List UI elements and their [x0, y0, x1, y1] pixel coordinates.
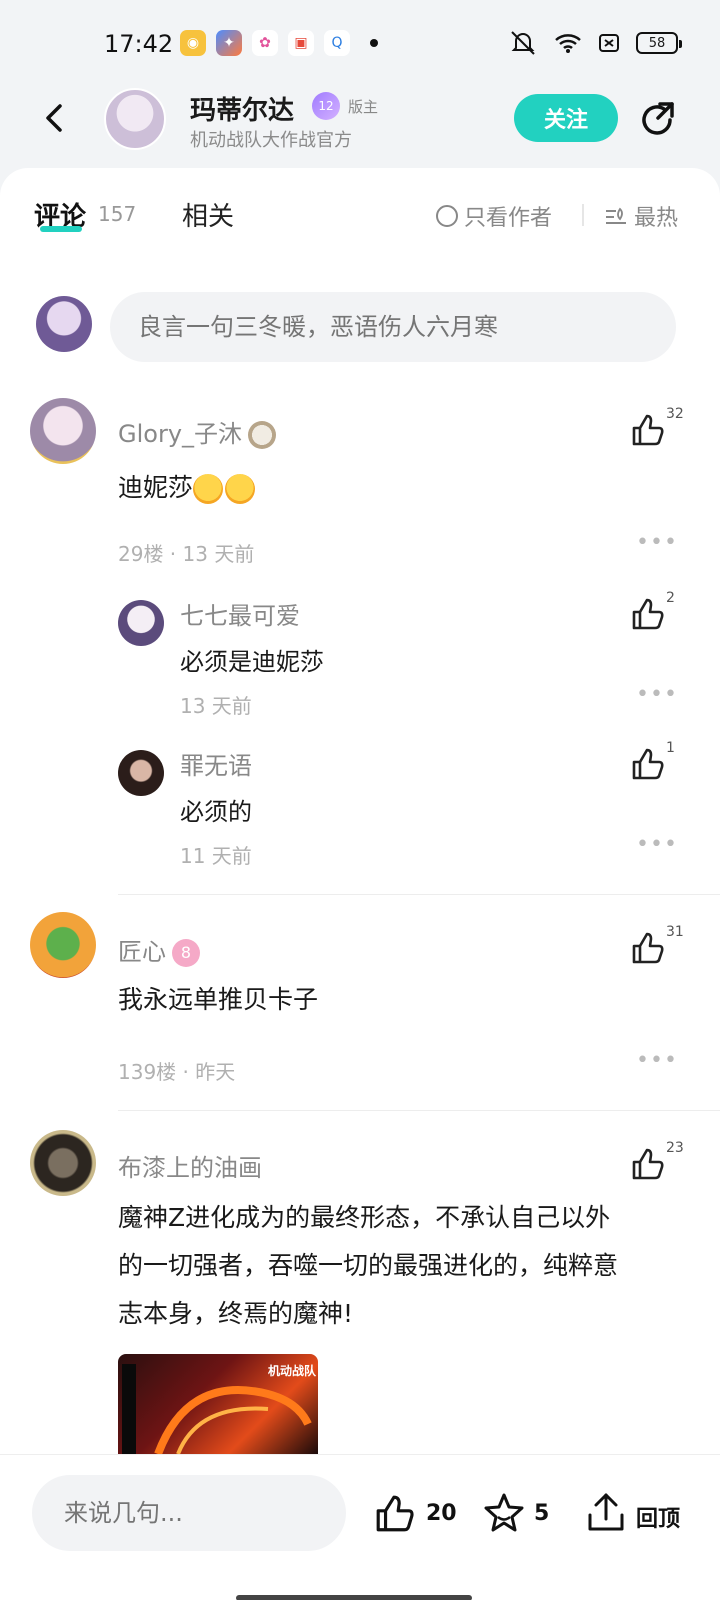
author-only-toggle[interactable]: 只看作者	[436, 200, 552, 232]
more-options-icon[interactable]: •••	[636, 1048, 678, 1073]
no-sim-icon	[599, 34, 619, 52]
commenter-avatar[interactable]	[30, 912, 96, 978]
author-subtitle: 机动战队大作战官方	[190, 130, 352, 151]
commenter-avatar[interactable]	[30, 398, 96, 464]
status-bar: 17:42 ◉ ✦ ✿ ▣ Q 58	[0, 0, 720, 90]
weibo-icon: ◉	[180, 30, 206, 56]
commenter-avatar[interactable]	[30, 1130, 96, 1196]
battery-icon: 58	[636, 32, 682, 54]
comment-meta: 29楼 · 13 天前	[118, 542, 255, 566]
author-avatar[interactable]	[104, 88, 166, 150]
radio-circle-icon	[436, 205, 458, 227]
commenter-name[interactable]: 布漆上的油画	[118, 1148, 262, 1183]
comment-line: 志本身，终焉的魔神!	[118, 1299, 354, 1328]
home-indicator[interactable]	[236, 1595, 472, 1600]
level-8-badge-icon: 8	[172, 939, 200, 967]
back-icon[interactable]	[36, 98, 76, 138]
comment-composer	[0, 288, 720, 368]
user-avatar	[36, 296, 92, 352]
sort-icon	[606, 207, 626, 224]
back-to-top-label[interactable]: 回顶	[636, 1501, 680, 1533]
sort-hot-button[interactable]: 最热	[604, 200, 678, 232]
reply-time: 13 天前	[180, 694, 252, 718]
follow-button[interactable]: 关注	[514, 94, 618, 142]
like-icon[interactable]	[628, 744, 668, 784]
reply-name[interactable]: 七七最可爱	[180, 596, 300, 631]
level-badge-icon: 12	[312, 92, 340, 120]
author-only-label: 只看作者	[464, 206, 553, 231]
sort-label: 最热	[634, 206, 679, 231]
reply-time: 11 天前	[180, 844, 252, 868]
author-name[interactable]: 玛蒂尔达	[190, 90, 294, 127]
app-icon: ✦	[216, 30, 242, 56]
like-icon[interactable]	[628, 594, 668, 634]
reply-avatar[interactable]	[118, 600, 164, 646]
like-icon[interactable]	[374, 1493, 416, 1535]
bottom-action-bar: 20 5 回顶	[0, 1454, 720, 1600]
comment-text: 魔神Z进化成为的最终形态，不承认自己以外 的一切强者，吞噬一切的最强进化的，纯粹…	[118, 1194, 678, 1338]
commenter-name-text: Glory_子沐	[118, 420, 243, 448]
like-icon[interactable]	[628, 928, 668, 968]
game-icon: ▣	[288, 30, 314, 56]
like-count: 32	[666, 406, 684, 422]
mute-icon	[511, 31, 535, 55]
comment-text: 迪妮莎	[118, 464, 678, 512]
star-icon[interactable]	[482, 1491, 526, 1535]
favorite-count: 5	[534, 1501, 550, 1526]
like-count: 1	[666, 740, 675, 756]
reply-avatar[interactable]	[118, 750, 164, 796]
search-app-icon: Q	[324, 30, 350, 56]
more-options-icon[interactable]: •••	[636, 832, 678, 857]
post-like-count: 20	[426, 1501, 457, 1526]
comment-text: 我永远单推贝卡子	[118, 985, 319, 1014]
divider	[118, 1110, 720, 1111]
comments-panel: 评论 157 相关 只看作者 最热 Glory_子沐 32 迪妮莎 29楼 · …	[0, 168, 720, 1600]
like-count: 23	[666, 1140, 684, 1156]
reply-name[interactable]: 罪无语	[180, 746, 252, 781]
comments-count: 157	[98, 202, 137, 226]
like-icon[interactable]	[628, 410, 668, 450]
quick-comment-input[interactable]	[32, 1475, 346, 1551]
heart-eyes-emoji-icon	[225, 474, 256, 504]
app-icon: ✿	[252, 30, 278, 56]
heart-eyes-emoji-icon	[193, 474, 224, 504]
reply-text: 必须是迪妮莎	[180, 648, 324, 676]
divider	[118, 894, 720, 895]
like-icon[interactable]	[628, 1144, 668, 1184]
active-tab-indicator	[40, 226, 82, 232]
comment-text-content: 迪妮莎	[118, 473, 194, 502]
notification-icons: ◉ ✦ ✿ ▣ Q	[180, 30, 378, 56]
commenter-name-text: 匠心	[118, 938, 166, 966]
tab-bar: 评论 157 相关 只看作者 最热	[0, 168, 720, 268]
comment-line: 的一切强者，吞噬一切的最强进化的，纯粹意	[118, 1251, 619, 1280]
wifi-icon	[555, 34, 581, 53]
like-count: 2	[666, 590, 675, 606]
share-icon[interactable]	[636, 98, 680, 142]
more-notifications-icon	[370, 39, 378, 47]
back-to-top-icon[interactable]	[586, 1491, 626, 1535]
comment-meta: 139楼 · 昨天	[118, 1060, 236, 1084]
avatar-badge-icon	[248, 421, 277, 449]
comment-input[interactable]	[110, 292, 676, 362]
status-time: 17:42	[104, 30, 174, 58]
more-options-icon[interactable]: •••	[636, 682, 678, 707]
commenter-name[interactable]: Glory_子沐	[118, 414, 277, 449]
image-caption: 机动战队	[268, 1364, 317, 1378]
tab-related[interactable]: 相关	[182, 196, 234, 233]
more-options-icon[interactable]: •••	[636, 530, 678, 555]
reply-text: 必须的	[180, 798, 252, 826]
like-count: 31	[666, 924, 684, 940]
post-header: 玛蒂尔达 12 版主 机动战队大作战官方 关注	[0, 88, 720, 168]
commenter-name[interactable]: 匠心 8	[118, 932, 200, 967]
divider	[582, 204, 584, 226]
moderator-tag: 版主	[348, 98, 379, 116]
comment-image[interactable]: 机动战队	[118, 1354, 318, 1454]
comment-line: 魔神Z进化成为的最终形态，不承认自己以外	[118, 1203, 611, 1232]
